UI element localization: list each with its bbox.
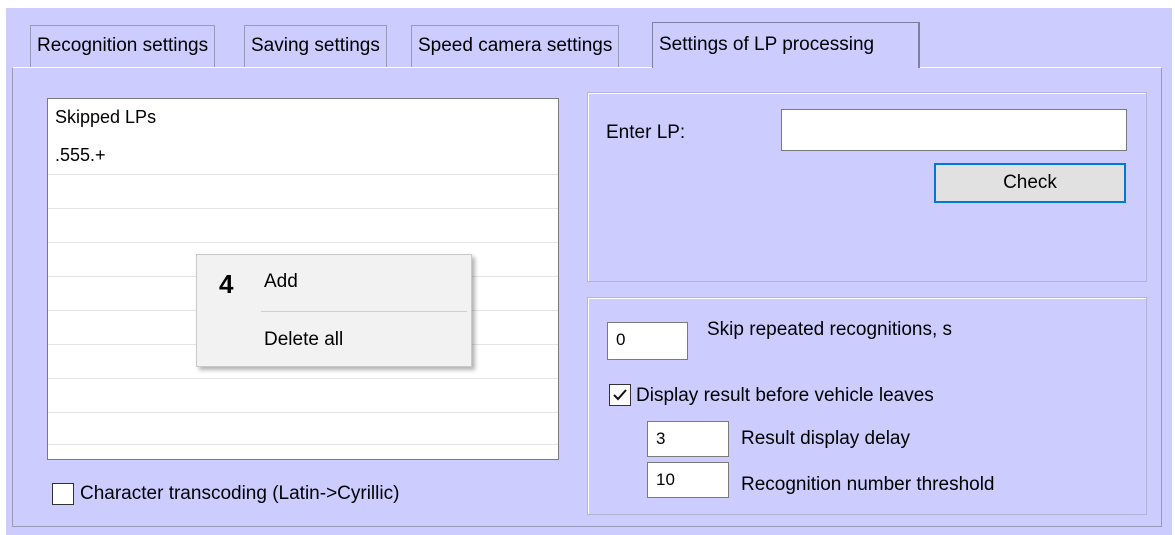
list-header: Skipped LPs	[55, 107, 157, 127]
threshold-input[interactable]: 10	[647, 462, 729, 498]
row-divider	[48, 208, 558, 209]
step-marker: 4	[219, 269, 234, 299]
enter-lp-input[interactable]	[781, 109, 1127, 151]
row-divider	[48, 412, 558, 413]
menu-item-delete-all[interactable]: Delete all	[264, 327, 343, 353]
tab-saving-settings[interactable]: Saving settings	[244, 25, 387, 67]
enter-lp-label: Enter LP:	[606, 122, 686, 143]
list-item[interactable]: .555.+	[55, 143, 106, 167]
transcoding-checkbox[interactable]	[52, 483, 74, 505]
transcoding-label: Character transcoding (Latin->Cyrillic)	[80, 483, 400, 504]
tab-recognition-settings[interactable]: Recognition settings	[30, 25, 216, 67]
menu-item-add[interactable]: Add	[264, 269, 298, 295]
row-divider	[48, 174, 558, 175]
skip-seconds-input[interactable]: 0	[607, 322, 688, 360]
result-delay-label: Result display delay	[741, 428, 910, 449]
menu-separator	[261, 311, 467, 312]
tab-settings-of-lp-processing[interactable]: Settings of LP processing	[652, 22, 920, 68]
row-divider	[48, 378, 558, 379]
tab-speed-camera-settings[interactable]: Speed camera settings	[411, 25, 620, 67]
row-divider	[48, 242, 558, 243]
result-delay-input[interactable]: 3	[647, 421, 729, 457]
skip-repeated-label: Skip repeated recognitions, s	[707, 319, 953, 340]
row-divider	[48, 444, 558, 445]
context-menu: 4 Add Delete all	[196, 254, 472, 367]
threshold-label: Recognition number threshold	[741, 474, 995, 495]
display-result-label: Display result before vehicle leaves	[636, 385, 934, 406]
display-result-checkbox[interactable]	[609, 384, 631, 406]
check-button[interactable]: Check	[934, 163, 1126, 203]
checkmark-icon	[613, 389, 627, 401]
